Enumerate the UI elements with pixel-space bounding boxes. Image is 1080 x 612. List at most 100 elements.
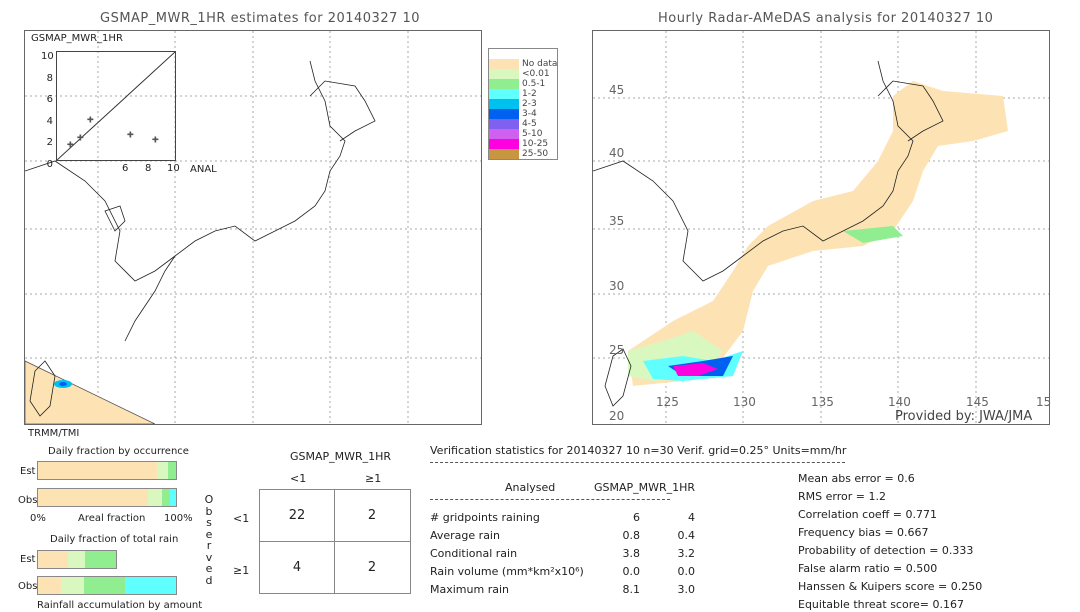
- legend-item: 3-4: [489, 108, 557, 120]
- cell-ge-ge: 2: [367, 560, 377, 575]
- bar-segment: [61, 577, 84, 594]
- stat-analysed: 8.1: [622, 583, 641, 596]
- observed-letter: e: [205, 562, 213, 575]
- svg-text:+: +: [152, 135, 159, 144]
- lon-label: 130: [733, 395, 756, 409]
- contingency-table: 22 2 4 2: [259, 489, 411, 594]
- occurrence-est-bar: [37, 461, 177, 480]
- bar-segment: [162, 489, 171, 506]
- stat-gsmap: 4: [688, 511, 695, 524]
- score-line: False alarm ratio = 0.500: [798, 562, 938, 575]
- stats-header: Verification statistics for 20140327 10 …: [430, 444, 847, 457]
- x-tick: 10: [167, 163, 180, 174]
- legend-item: <0.01: [489, 68, 557, 80]
- obs-label: Obs: [18, 581, 38, 592]
- color-legend: No data <0.01 0.5-1 1-2 2-3 3-4 4-5 5-10 10-25 25…: [488, 48, 559, 160]
- score-line: Frequency bias = 0.667: [798, 526, 929, 539]
- left-map-title: GSMAP_MWR_1HR estimates for 20140327 10: [100, 11, 421, 26]
- legend-label: 10-25: [522, 139, 549, 149]
- lat-label: 30: [609, 279, 625, 293]
- bar-segment: [84, 551, 116, 568]
- areal-fraction-label: Areal fraction: [78, 513, 146, 524]
- legend-label: 0.5-1: [522, 79, 546, 89]
- obs-label: Obs: [18, 495, 38, 506]
- lat-label: 35: [609, 214, 625, 228]
- y-tick: 0: [46, 158, 53, 170]
- y-tick: 2: [46, 137, 53, 149]
- contingency-title: GSMAP_MWR_1HR: [290, 450, 392, 463]
- lat-label: 25: [609, 343, 625, 357]
- lon-label: 125: [656, 395, 679, 409]
- credit-label: Provided by: JWA/JMA: [895, 409, 1033, 424]
- lon-label: 15: [1036, 395, 1052, 409]
- occurrence-obs-bar: [37, 488, 177, 507]
- stat-gsmap: 3.2: [677, 547, 696, 560]
- total-obs-bar: [37, 576, 177, 595]
- col-lt: <1: [290, 472, 307, 485]
- stat-label: Maximum rain: [430, 583, 509, 596]
- legend-item: 2-3: [489, 98, 557, 110]
- lon-label: 140: [888, 395, 911, 409]
- score-line: Correlation coeff = 0.771: [798, 508, 937, 521]
- bar-segment: [170, 489, 176, 506]
- legend-item: 10-25: [489, 138, 557, 150]
- lat-label: 20: [609, 409, 625, 423]
- observed-letter: d: [205, 573, 213, 587]
- legend-item: [489, 48, 557, 60]
- score-line: Mean abs error = 0.6: [798, 472, 915, 485]
- bar-segment: [124, 577, 176, 594]
- legend-label: No data: [522, 59, 558, 69]
- legend-item: 0.5-1: [489, 78, 557, 90]
- x-tick: 8: [145, 163, 152, 174]
- legend-item: No data: [489, 58, 558, 70]
- observed-letter: s: [206, 516, 212, 529]
- cell-hit-lt-lt: 22: [288, 508, 306, 523]
- right-map: 45 40 35 30 25 20 125 130 135 140 145 15 Provided …: [592, 30, 1052, 425]
- row-lt: <1: [233, 512, 250, 525]
- legend-swatch: [489, 148, 519, 160]
- svg-text:+: +: [77, 133, 84, 142]
- est-label: Est: [20, 466, 36, 477]
- right-map-canvas: [592, 31, 1049, 424]
- lon-label: 135: [811, 395, 834, 409]
- est-label: Est: [20, 554, 36, 565]
- cell-lt-ge: 2: [367, 508, 377, 523]
- inset-y-ticks: 10 8 6 4 2 0: [41, 46, 54, 176]
- stat-gsmap: 0.4: [677, 529, 696, 542]
- stat-label: Conditional rain: [430, 547, 518, 560]
- svg-text:+: +: [127, 130, 134, 139]
- legend-label: 1-2: [522, 89, 537, 99]
- col-ge: ≥1: [365, 472, 382, 485]
- left-map: + + + + + GSMAP_MWR_1HR 10 8 6 4 2 0 6 8 10 ANAL: [24, 30, 482, 425]
- stat-analysed: 3.8: [622, 547, 641, 560]
- legend-label: 4-5: [522, 119, 537, 129]
- bar-segment: [38, 551, 69, 568]
- lat-label: 45: [609, 83, 625, 97]
- bar-segment: [156, 462, 168, 479]
- total-title: Daily fraction of total rain: [50, 534, 179, 545]
- bar-segment: [38, 489, 149, 506]
- amount-title: Rainfall accumulation by amount: [37, 600, 203, 611]
- legend-item: 25-50: [489, 148, 557, 160]
- score-line: Hanssen & Kuipers score = 0.250: [798, 580, 983, 593]
- occurrence-title: Daily fraction by occurrence: [48, 446, 189, 457]
- observed-letter: r: [206, 539, 212, 552]
- legend-label: 2-3: [522, 99, 537, 109]
- legend-label: 5-10: [522, 129, 543, 139]
- scatter-inset: + + + + +: [56, 51, 176, 161]
- legend-item: 1-2: [489, 88, 557, 100]
- row-ge: ≥1: [233, 564, 250, 577]
- y-tick: 6: [46, 94, 53, 106]
- cell-ge-lt: 4: [292, 560, 302, 575]
- bar-segment: [167, 462, 176, 479]
- total-est-bar: [37, 550, 117, 569]
- score-line: Probability of detection = 0.333: [798, 544, 974, 557]
- observed-letter: O: [204, 493, 214, 506]
- hundred-pct: 100%: [164, 513, 193, 524]
- stat-gsmap: 3.0: [677, 583, 696, 596]
- y-tick: 4: [46, 115, 53, 127]
- legend-item: 4-5: [489, 118, 557, 130]
- stat-gsmap: 0.0: [677, 565, 696, 578]
- lon-label: 145: [966, 395, 989, 409]
- bar-segment: [38, 577, 62, 594]
